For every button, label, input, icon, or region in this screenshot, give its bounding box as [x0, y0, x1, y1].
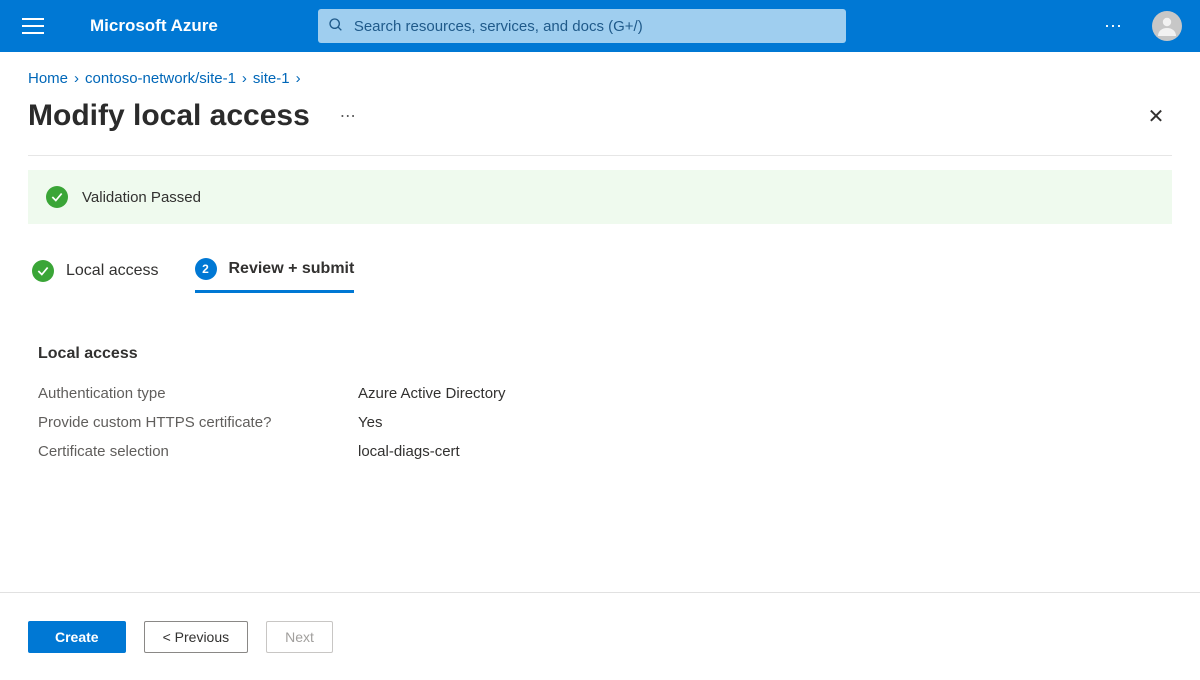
chevron-right-icon: ›	[242, 70, 247, 87]
close-button[interactable]: ✕	[1140, 100, 1172, 132]
create-button[interactable]: Create	[28, 621, 126, 653]
step-local-access[interactable]: Local access	[32, 260, 159, 292]
summary-row: Certificate selection local-diags-cert	[28, 437, 1172, 466]
wizard-steps: Local access 2 Review + submit	[28, 258, 1172, 305]
check-circle-icon	[32, 260, 54, 282]
brand-label[interactable]: Microsoft Azure	[90, 16, 218, 36]
close-icon: ✕	[1148, 104, 1165, 129]
summary-label: Provide custom HTTPS certificate?	[38, 414, 358, 431]
summary-label: Certificate selection	[38, 443, 358, 460]
chevron-right-icon: ›	[296, 70, 301, 87]
more-commands-icon[interactable]: ⋯	[340, 106, 358, 126]
breadcrumb-item-home[interactable]: Home	[28, 70, 68, 87]
step-review-submit[interactable]: 2 Review + submit	[195, 258, 355, 293]
top-bar: Microsoft Azure ⋯	[0, 0, 1200, 52]
search-icon	[328, 17, 344, 36]
breadcrumb-item-site[interactable]: site-1	[253, 70, 290, 87]
step-label: Review + submit	[229, 260, 355, 278]
page-title: Modify local access	[28, 99, 310, 133]
check-circle-icon	[46, 186, 68, 208]
summary-value: Yes	[358, 414, 382, 431]
page-title-row: Modify local access ⋯ ✕	[0, 95, 1200, 155]
chevron-right-icon: ›	[74, 70, 79, 87]
previous-button[interactable]: < Previous	[144, 621, 249, 653]
summary-value: local-diags-cert	[358, 443, 460, 460]
breadcrumb: Home › contoso-network/site-1 › site-1 ›	[0, 52, 1200, 95]
divider	[28, 155, 1172, 156]
validation-text: Validation Passed	[82, 189, 201, 206]
summary-row: Provide custom HTTPS certificate? Yes	[28, 408, 1172, 437]
breadcrumb-item-network[interactable]: contoso-network/site-1	[85, 70, 236, 87]
global-search[interactable]	[318, 9, 846, 43]
summary-row: Authentication type Azure Active Directo…	[28, 379, 1172, 408]
section-heading: Local access	[38, 345, 1162, 363]
menu-icon[interactable]	[22, 14, 46, 38]
step-number-badge: 2	[195, 258, 217, 280]
avatar[interactable]	[1152, 11, 1182, 41]
summary-value: Azure Active Directory	[358, 385, 506, 402]
search-input[interactable]	[354, 18, 836, 35]
blade-body: Validation Passed Local access 2 Review …	[0, 155, 1200, 466]
wizard-footer: Create < Previous Next	[0, 592, 1200, 680]
step-label: Local access	[66, 262, 159, 280]
more-icon[interactable]: ⋯	[1104, 16, 1124, 37]
next-button: Next	[266, 621, 333, 653]
summary-label: Authentication type	[38, 385, 358, 402]
validation-banner: Validation Passed	[28, 170, 1172, 224]
